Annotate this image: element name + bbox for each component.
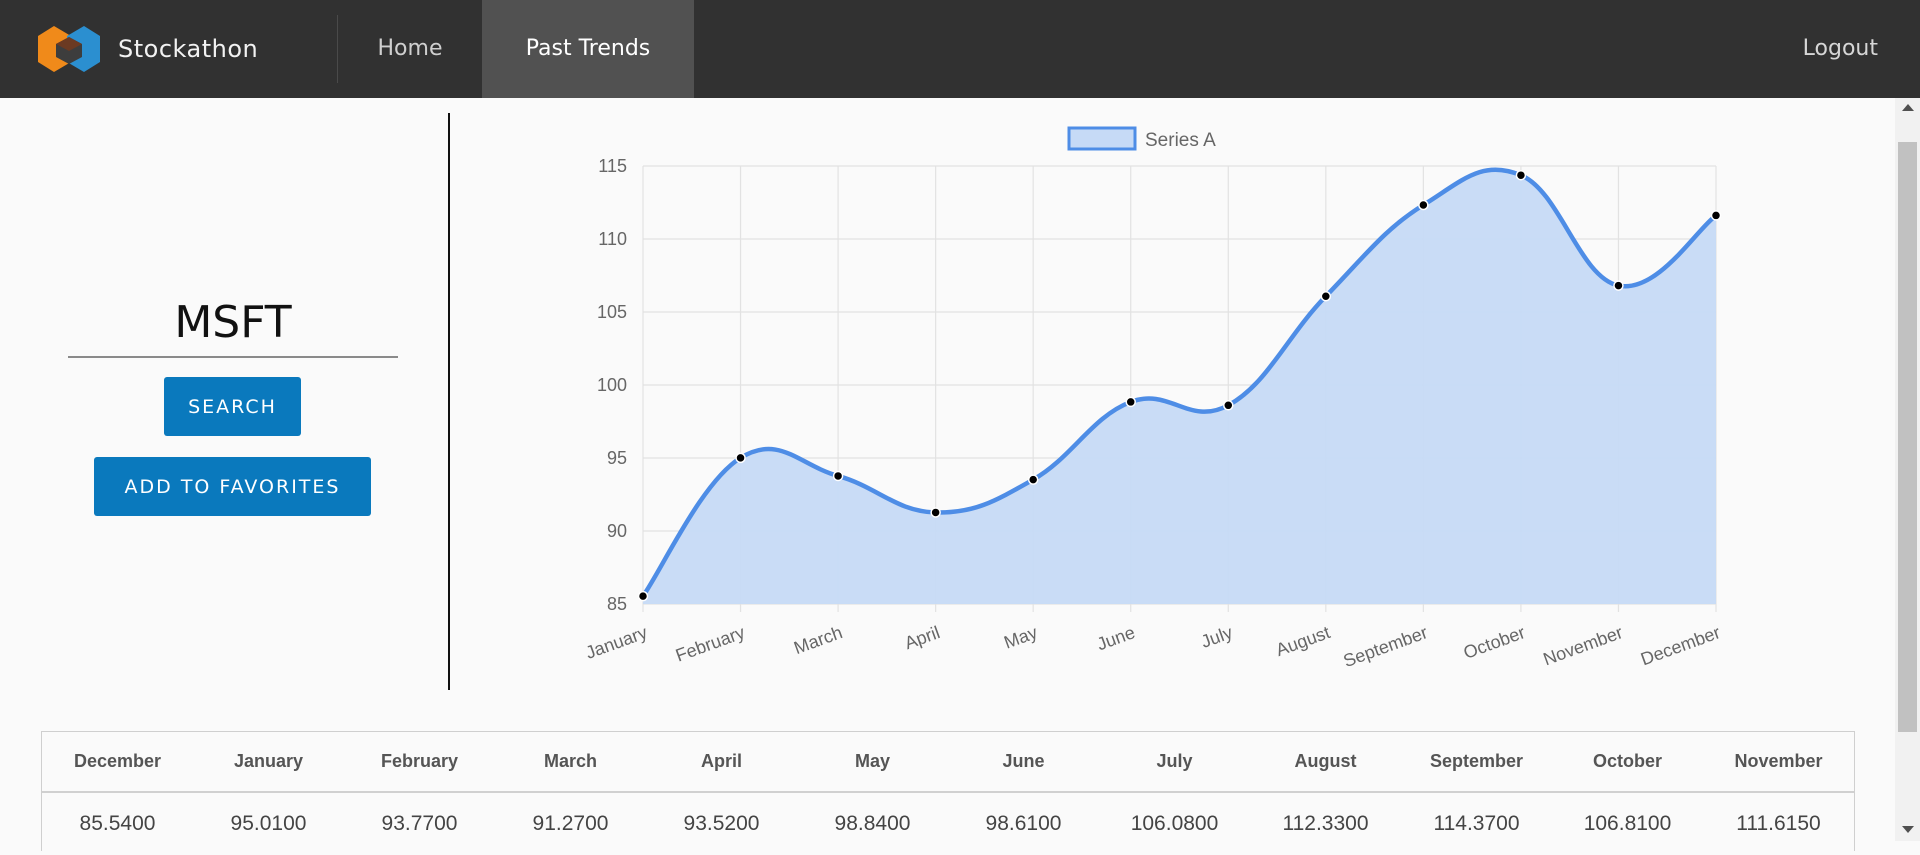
y-tick-label: 95: [607, 448, 627, 468]
x-axis-ticks: January February March April May June July Augu…: [583, 622, 1723, 671]
y-tick-label: 105: [597, 302, 627, 322]
table-header-cell: November: [1734, 751, 1823, 771]
x-tick-label: March: [791, 622, 845, 658]
data-point: [637, 590, 649, 602]
table-header-cell: January: [233, 751, 304, 771]
table-header-cell: August: [1294, 751, 1357, 771]
table-cell: 112.3300: [1282, 812, 1369, 835]
table-header-cell: September: [1429, 751, 1524, 771]
x-tick-label: July: [1198, 622, 1235, 652]
data-point: [1125, 396, 1136, 408]
x-tick-label: August: [1273, 622, 1333, 660]
table-header-row: December January February March April May June…: [42, 732, 1854, 793]
table-header-cell: March: [543, 751, 597, 771]
table-cell: 106.0800: [1130, 812, 1219, 835]
table-header-cell: July: [1156, 751, 1193, 771]
table-header-cell: October: [1592, 751, 1662, 771]
data-point: [1027, 474, 1039, 485]
table-cell: 111.6150: [1736, 812, 1821, 835]
scroll-down-arrow-icon[interactable]: [1902, 826, 1914, 833]
table-header-cell: April: [700, 751, 742, 771]
y-tick-label: 110: [598, 229, 627, 249]
data-point: [832, 470, 844, 482]
table-cell: 114.3700: [1433, 812, 1520, 835]
legend-swatch: [1067, 126, 1137, 151]
x-tick-label: November: [1540, 622, 1625, 669]
table-cell: 95.0100: [230, 812, 307, 835]
y-axis-ticks: 85 90 95 100 105 110 115: [597, 156, 627, 614]
brand-name: Stockathon: [118, 35, 259, 63]
y-tick-label: 90: [607, 521, 627, 541]
data-point: [735, 452, 746, 464]
legend-label: Series A: [1145, 130, 1216, 151]
scroll-up-arrow-icon[interactable]: [1902, 104, 1914, 111]
data-point: [1418, 199, 1429, 211]
series-a-area: [643, 169, 1716, 605]
nav-home[interactable]: Home: [338, 0, 482, 98]
stockathon-logo-icon: [38, 26, 100, 72]
y-tick-label: 115: [598, 156, 627, 176]
data-point: [1613, 280, 1624, 291]
monthly-prices-table: December January February March April May June…: [41, 731, 1855, 851]
table-cell: 106.8100: [1583, 812, 1672, 835]
x-tick-label: April: [902, 622, 943, 653]
price-trend-chart: 85 90 95 100 105 110 115 January February March A…: [583, 126, 1723, 671]
table-cell: 98.6100: [985, 812, 1062, 835]
x-tick-label: December: [1638, 622, 1723, 669]
x-tick-label: June: [1094, 622, 1138, 654]
table-cell: 93.7700: [381, 812, 458, 835]
table-cell: 93.5200: [683, 812, 760, 835]
chart-legend: Series A: [1067, 126, 1216, 151]
table-cell: 85.5400: [79, 812, 156, 835]
data-point: [1223, 400, 1234, 411]
table-header-cell: December: [73, 751, 162, 771]
brand[interactable]: Stockathon: [38, 24, 258, 74]
table-row: 85.5400 95.0100 93.7700 91.2700 93.5200 98.84…: [42, 793, 1854, 853]
table-header-cell: June: [1002, 751, 1045, 771]
x-tick-label: January: [583, 622, 650, 663]
x-tick-label: May: [1001, 622, 1040, 652]
table-header-cell: February: [380, 751, 459, 771]
data-point: [1710, 210, 1722, 221]
x-tick-label: October: [1461, 622, 1528, 663]
scrollbar-thumb[interactable]: [1898, 142, 1917, 732]
table-cell: 91.2700: [532, 812, 609, 835]
y-tick-label: 100: [597, 375, 627, 395]
top-navbar: Stockathon Home Past Trends Logout: [0, 0, 1920, 98]
y-tick-label: 85: [607, 594, 627, 614]
data-point: [1320, 290, 1332, 302]
nav-past-trends[interactable]: Past Trends: [482, 0, 694, 98]
data-point: [1515, 169, 1527, 181]
nav-logout[interactable]: Logout: [1803, 0, 1878, 98]
x-tick-label: September: [1341, 622, 1431, 671]
x-tick-label: February: [673, 622, 748, 665]
table-cell: 98.8400: [834, 812, 911, 835]
table-header-cell: May: [854, 751, 890, 771]
data-point: [930, 507, 941, 518]
